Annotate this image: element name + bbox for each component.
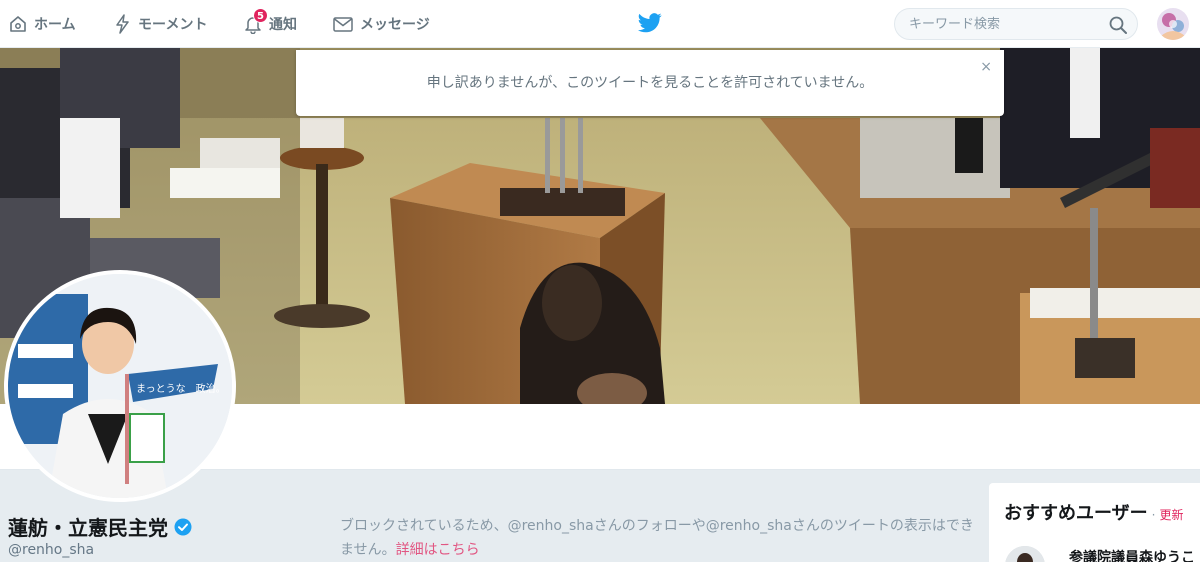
twitter-bird-icon[interactable] xyxy=(638,12,662,38)
nav-messages[interactable]: メッセージ xyxy=(332,0,430,48)
profile-avatar[interactable]: まっとうな 政治。 xyxy=(4,270,236,502)
profile-name: 蓮舫・立憲民主党 xyxy=(8,512,192,541)
alert-close-button[interactable]: × xyxy=(980,59,992,75)
search-icon[interactable] xyxy=(1109,16,1127,34)
nav-home-label: ホーム xyxy=(34,17,76,33)
nav-moments-label: モーメント xyxy=(138,17,208,33)
nav-moments[interactable]: モーメント xyxy=(114,0,207,48)
home-icon xyxy=(10,16,26,32)
lightning-icon xyxy=(116,14,129,34)
notification-count-badge: 5 xyxy=(253,8,268,23)
blocked-message: ブロックされているため、@renho_shaさんのフォローや@renho_sha… xyxy=(340,514,980,562)
who-to-follow-card: おすすめユーザー · 更新 参議院議員森ゆうこ xyxy=(989,483,1200,562)
who-to-follow-heading: おすすめユーザー xyxy=(1004,503,1148,524)
alert-message: 申し訳ありませんが、このツイートを見ることを許可されていません。 xyxy=(426,75,874,91)
title-separator: · xyxy=(1151,508,1156,522)
nav-notifications[interactable]: 5 通知 xyxy=(243,0,297,48)
top-navigation-bar: ホーム モーメント 5 通知 メッセージ xyxy=(0,0,1200,48)
verified-badge-icon xyxy=(174,518,192,535)
profile-handle[interactable]: @renho_sha xyxy=(8,542,94,558)
nav-messages-label: メッセージ xyxy=(360,17,430,33)
who-to-follow-title: おすすめユーザー · 更新 xyxy=(1004,499,1183,525)
suggested-user-name[interactable]: 参議院議員森ゆうこ xyxy=(1069,547,1195,562)
nav-notifications-label: 通知 xyxy=(269,17,297,33)
suggested-user-avatar[interactable] xyxy=(1005,546,1045,562)
details-link[interactable]: 詳細はこちら xyxy=(396,542,480,558)
error-alert: 申し訳ありませんが、このツイートを見ることを許可されていません。 × xyxy=(296,50,1004,116)
account-avatar[interactable] xyxy=(1157,8,1189,40)
nav-home[interactable]: ホーム xyxy=(8,0,76,48)
search-input[interactable] xyxy=(909,15,1099,33)
search-box[interactable] xyxy=(894,8,1138,40)
envelope-icon xyxy=(333,17,353,32)
refresh-link[interactable]: 更新 xyxy=(1159,508,1183,522)
profile-name-text: 蓮舫・立憲民主党 xyxy=(8,516,168,540)
avatar-flag-text: まっとうな 政治。 xyxy=(136,382,226,395)
